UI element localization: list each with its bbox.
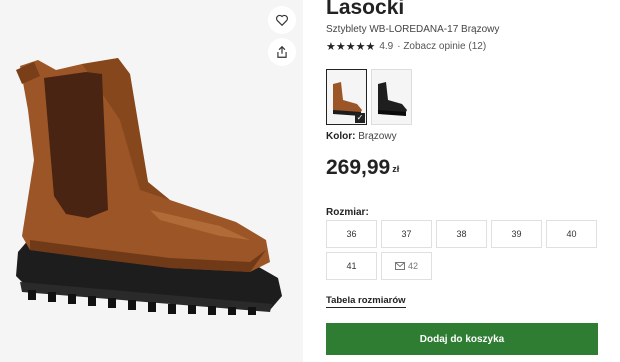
mail-icon (394, 262, 405, 270)
selected-check-icon: ✓ (355, 113, 365, 123)
variant-black-thumbnail (372, 70, 411, 124)
favorite-button[interactable] (268, 6, 296, 34)
product-price: 269,99 zł (326, 156, 399, 180)
product-brand[interactable]: Lasocki (326, 0, 404, 20)
reviews-link[interactable]: · Zobacz opinie (12) (397, 41, 486, 52)
size-option-37[interactable]: 37 (381, 220, 432, 248)
color-info: Kolor: Brązowy (326, 131, 397, 142)
size-option-42[interactable]: 42 (381, 252, 432, 280)
share-button[interactable] (268, 38, 296, 66)
size-option-39[interactable]: 39 (491, 220, 542, 248)
product-rating: ★★★★★ 4.9 · Zobacz opinie (12) (326, 40, 486, 53)
rating-value: 4.9 (379, 41, 394, 52)
variant-brown[interactable]: ✓ (326, 69, 367, 125)
add-to-cart-button[interactable]: Dodaj do koszyka (326, 323, 598, 355)
size-option-41[interactable]: 41 (326, 252, 377, 280)
size-option-40[interactable]: 40 (546, 220, 597, 248)
size-option-38[interactable]: 38 (436, 220, 487, 248)
price-value: 269,99 (326, 156, 391, 179)
price-currency: zł (392, 164, 400, 174)
size-option-42-label: 42 (407, 261, 418, 271)
color-value: Brązowy (358, 131, 397, 142)
color-label: Kolor: (326, 131, 356, 142)
heart-icon (276, 14, 288, 27)
size-table-link[interactable]: Tabela rozmiarów (326, 295, 406, 308)
rating-stars: ★★★★★ (326, 41, 376, 53)
product-image-panel (0, 0, 303, 362)
size-option-36[interactable]: 36 (326, 220, 377, 248)
boot-image (16, 58, 282, 315)
variant-black[interactable] (371, 69, 412, 125)
share-icon (277, 45, 287, 58)
size-label: Rozmiar: (326, 207, 369, 218)
product-name: Sztyblety WB-LOREDANA-17 Brązowy (326, 24, 500, 35)
